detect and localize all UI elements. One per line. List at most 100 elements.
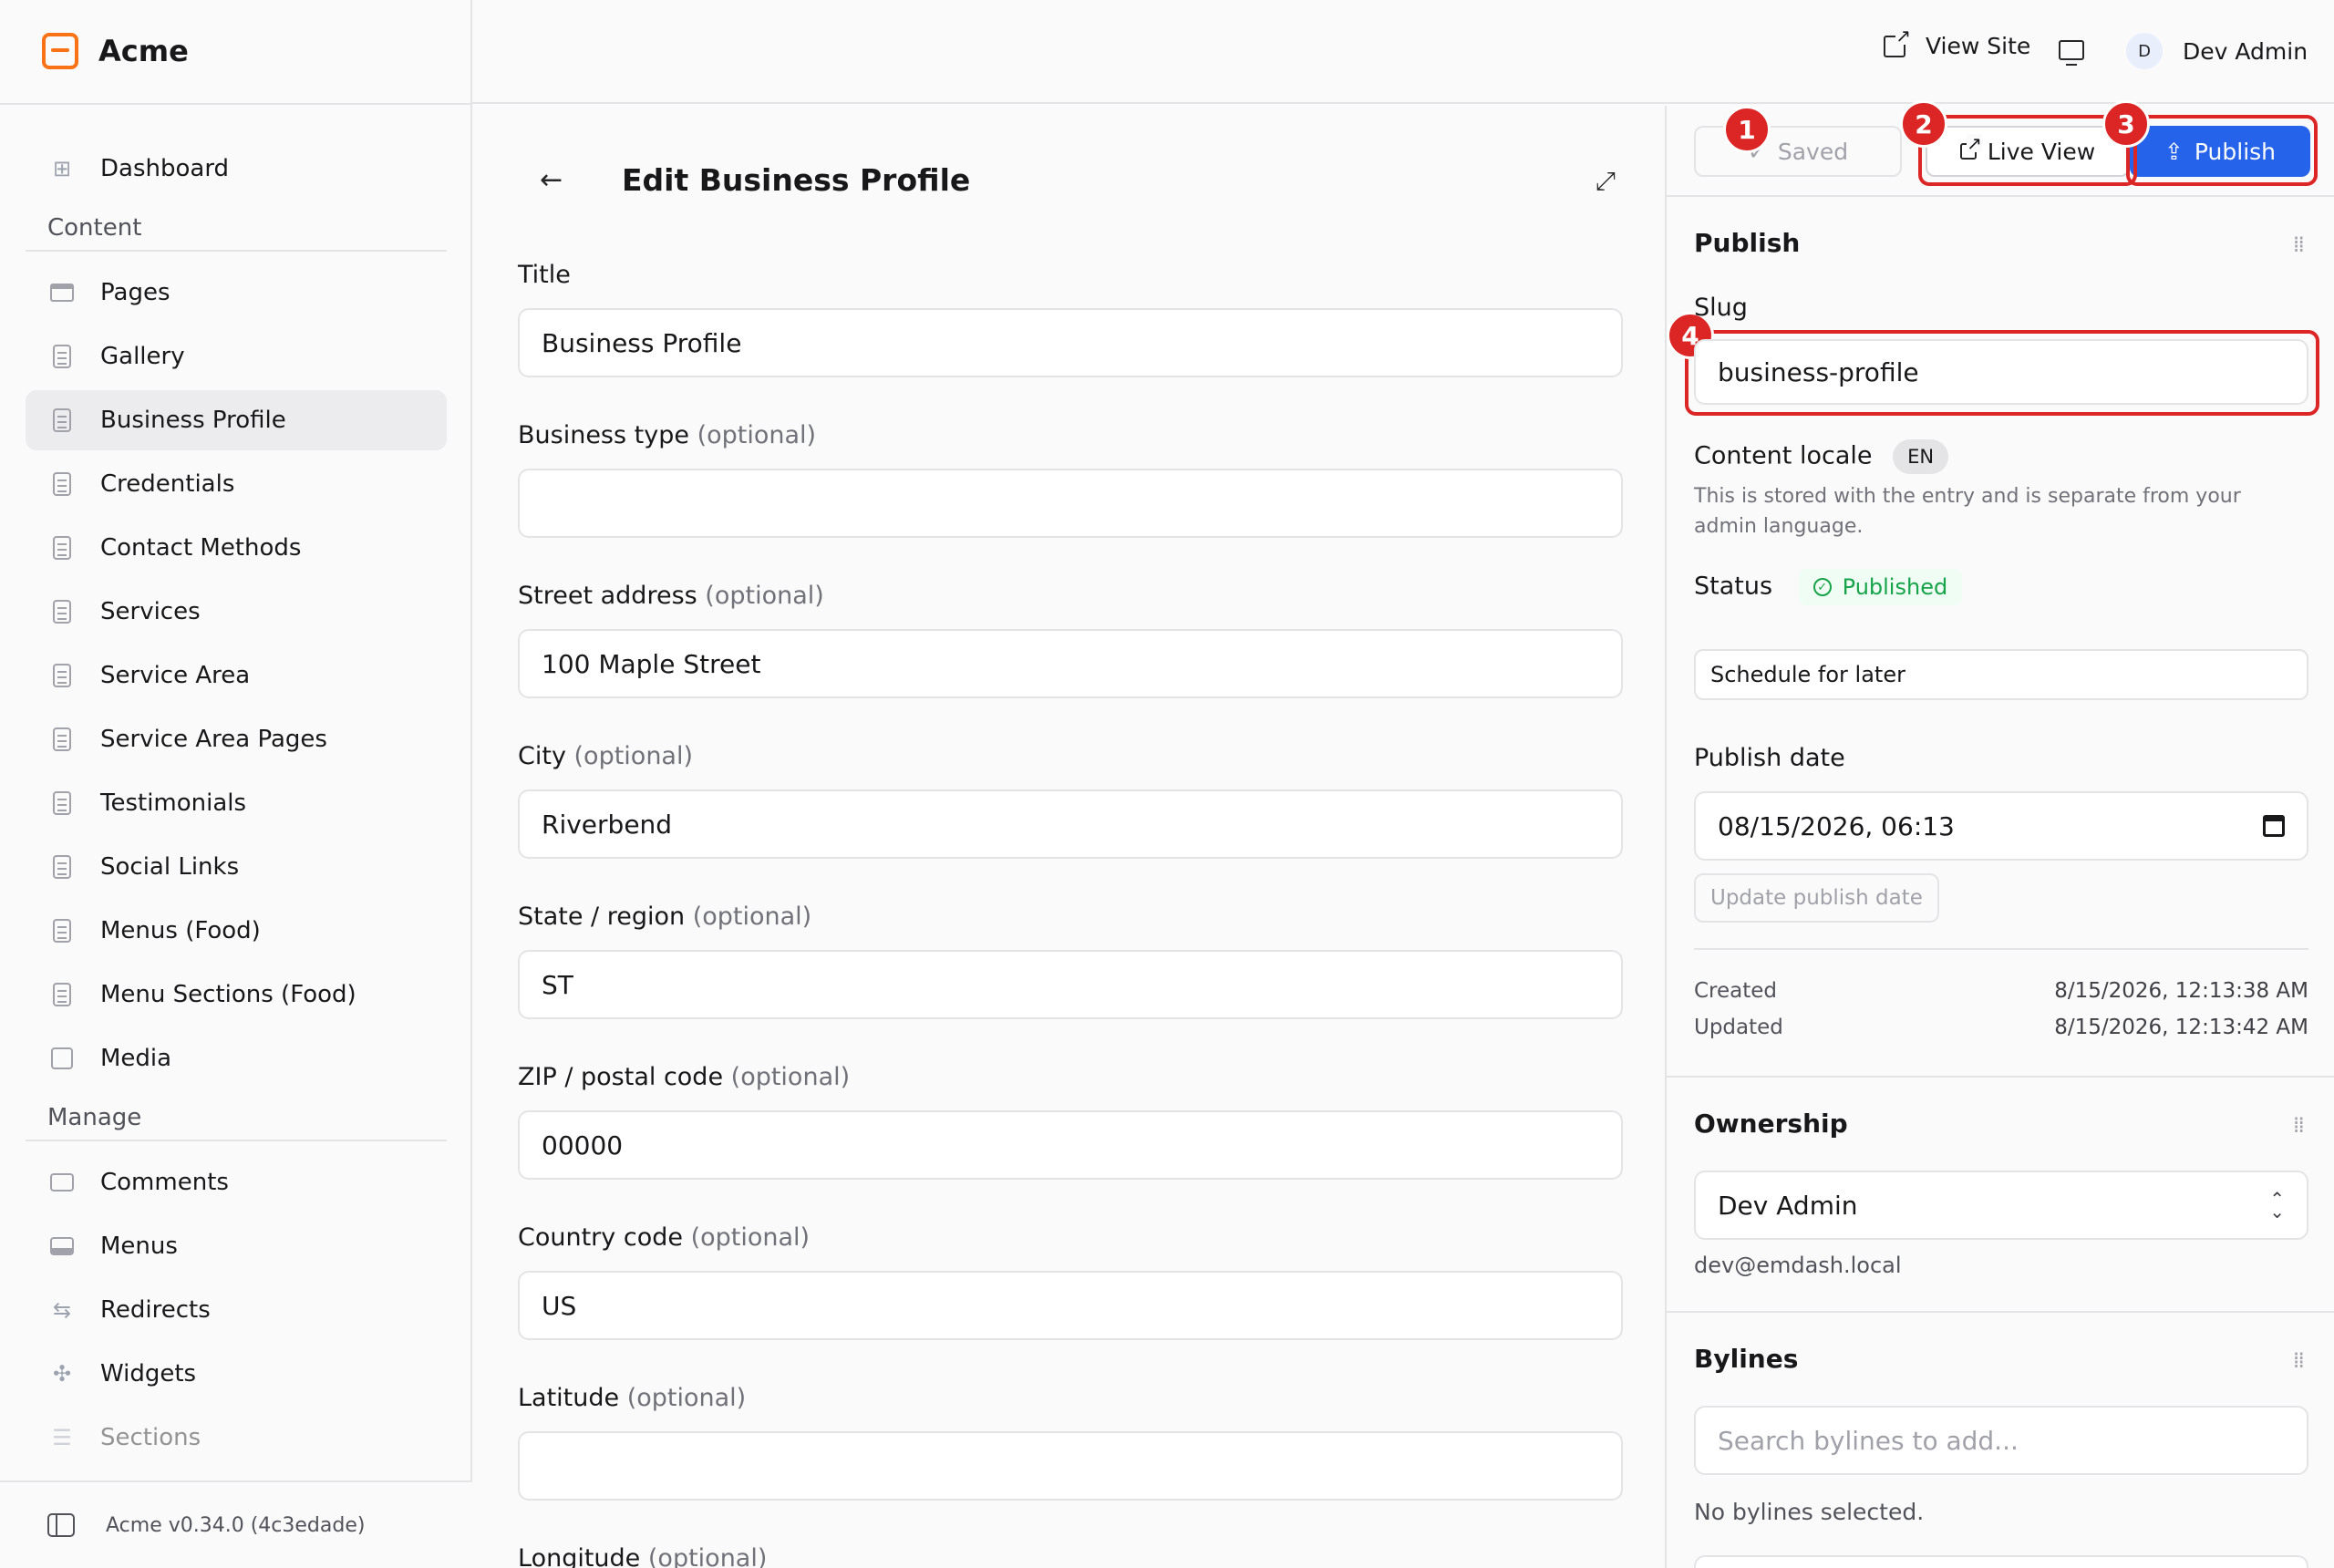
field-label: Longitude (optional)	[518, 1544, 768, 1568]
status-badge: ✓ Published	[1798, 569, 1963, 605]
live-view-button[interactable]: Live View	[1926, 126, 2130, 177]
sidebar-item-comments[interactable]: Comments	[26, 1152, 447, 1212]
comments-icon	[49, 1170, 75, 1195]
ownership-section-title: Ownership	[1694, 1109, 1848, 1139]
status-row: Status ✓ Published	[1694, 569, 1963, 605]
sidebar-item-label: Gallery	[100, 343, 185, 370]
sidebar-item-contact-methods[interactable]: Contact Methods	[26, 518, 447, 578]
sidebar-item-sections[interactable]: ☰ Sections	[26, 1408, 447, 1468]
sidebar-item-label: Sections	[100, 1424, 201, 1451]
sidebar-item-menu-sections-food[interactable]: Menu Sections (Food)	[26, 965, 447, 1025]
brand[interactable]: Acme	[42, 33, 189, 69]
state-region-input[interactable]: ST	[518, 950, 1623, 1019]
field-label: ZIP / postal code (optional)	[518, 1063, 851, 1091]
sidebar-item-credentials[interactable]: Credentials	[26, 454, 447, 514]
sidebar-item-label: Widgets	[100, 1360, 197, 1387]
redirect-icon: ⇆	[52, 1297, 72, 1323]
sidebar-item-social-links[interactable]: Social Links	[26, 837, 447, 897]
sidebar-item-service-area-pages[interactable]: Service Area Pages	[26, 709, 447, 769]
sidebar-item-service-area[interactable]: Service Area	[26, 645, 447, 706]
sidebar-item-gallery[interactable]: Gallery	[26, 326, 447, 387]
toggle-sidebar-icon[interactable]	[47, 1513, 75, 1537]
bylines-section-title: Bylines	[1694, 1344, 1799, 1374]
back-arrow-icon[interactable]: ←	[540, 164, 594, 196]
street-address-input[interactable]: 100 Maple Street	[518, 629, 1623, 698]
drag-handle-icon[interactable]: ⁞⁞	[2293, 1112, 2305, 1138]
acme-logo-icon	[42, 33, 78, 69]
content-locale-row: Content locale EN	[1694, 439, 1949, 474]
editor: ← Edit Business Profile ⤢ Title Business…	[474, 106, 1665, 1568]
section-divider	[1667, 1076, 2334, 1078]
saved-label: Saved	[1777, 138, 1849, 165]
publish-label: Publish	[2194, 138, 2277, 165]
document-icon	[49, 599, 75, 624]
owner-value: Dev Admin	[1718, 1190, 1858, 1221]
field-latitude: Latitude (optional)	[518, 1384, 1623, 1501]
sidebar-footer: Acme v0.34.0 (4c3edade)	[0, 1480, 472, 1568]
field-city: City (optional) Riverbend	[518, 742, 1623, 859]
preview-device-button[interactable]	[2059, 40, 2084, 66]
document-icon	[49, 663, 75, 688]
sidebar-item-label: Services	[100, 598, 201, 625]
page-title: Edit Business Profile	[622, 162, 971, 198]
publish-date-input[interactable]: 08/15/2026, 06:13	[1694, 791, 2308, 861]
drag-handle-icon[interactable]: ⁞⁞	[2293, 232, 2305, 257]
field-label: City (optional)	[518, 742, 694, 770]
country-code-input[interactable]: US	[518, 1271, 1623, 1340]
title-input[interactable]: Business Profile	[518, 308, 1623, 377]
sidebar-item-dashboard[interactable]: ⊞ Dashboard	[26, 139, 447, 199]
sidebar-item-menus[interactable]: Menus	[26, 1216, 447, 1276]
slug-input[interactable]: business-profile	[1694, 339, 2308, 405]
owner-select[interactable]: Dev Admin ⌃ ⌄	[1694, 1171, 2308, 1240]
city-input[interactable]: Riverbend	[518, 789, 1623, 859]
sidebar-item-menus-food[interactable]: Menus (Food)	[26, 901, 447, 961]
sidebar-item-label: Menus	[100, 1233, 178, 1260]
document-icon	[49, 407, 75, 433]
publish-date-value: 08/15/2026, 06:13	[1718, 810, 1955, 841]
schedule-for-later-button[interactable]: Schedule for later	[1694, 649, 2308, 700]
publish-button[interactable]: ⇪ Publish	[2130, 126, 2310, 177]
brand-name: Acme	[98, 34, 189, 68]
sidebar-item-label: Testimonials	[100, 789, 247, 817]
zip-input[interactable]: 00000	[518, 1110, 1623, 1180]
business-type-input[interactable]	[518, 469, 1623, 538]
section-divider	[1667, 1311, 2334, 1313]
content-locale-label: Content locale	[1694, 441, 1873, 470]
sidebar-item-redirects[interactable]: ⇆ Redirects	[26, 1280, 447, 1340]
publish-date-label: Publish date	[1694, 744, 1845, 772]
sidebar-item-media[interactable]: Media	[26, 1028, 447, 1088]
sidebar-item-label: Menu Sections (Food)	[100, 981, 356, 1008]
sidebar-item-pages[interactable]: Pages	[26, 263, 447, 323]
sidebar-item-widgets[interactable]: ✣ Widgets	[26, 1344, 447, 1404]
bylines-search-input[interactable]: Search bylines to add...	[1694, 1406, 2308, 1475]
latitude-input[interactable]	[518, 1431, 1623, 1501]
sidebar-item-business-profile[interactable]: Business Profile	[26, 390, 447, 450]
check-circle-icon: ✓	[1812, 578, 1832, 596]
user-name: Dev Admin	[2183, 37, 2308, 65]
updated-row: Updated 8/15/2026, 12:13:42 AM	[1694, 1016, 2308, 1039]
grid-icon: ⊞	[52, 156, 72, 181]
sidebar-item-services[interactable]: Services	[26, 582, 447, 642]
external-link-icon	[1884, 26, 1911, 57]
expand-icon[interactable]: ⤢	[1596, 166, 1616, 197]
update-publish-date-button[interactable]: Update publish date	[1694, 873, 1939, 923]
settings-panel: ✓ Saved Live View ⇪ Publish 1 2 3 4 Publ…	[1665, 100, 2334, 1568]
sidebar-item-testimonials[interactable]: Testimonials	[26, 773, 447, 833]
sidebar-item-label: Pages	[100, 279, 170, 306]
view-site-link[interactable]: View Site	[1884, 26, 2030, 59]
drag-handle-icon[interactable]: ⁞⁞	[2293, 1347, 2305, 1373]
app-version: Acme v0.34.0 (4c3edade)	[106, 1513, 366, 1537]
bylines-next-field[interactable]	[1694, 1555, 2308, 1568]
user-menu[interactable]: D Dev Admin	[2126, 33, 2308, 69]
editor-header: ← Edit Business Profile ⤢	[540, 162, 1616, 198]
status-value: Published	[1842, 574, 1948, 600]
calendar-icon[interactable]	[2263, 815, 2285, 837]
owner-email: dev@emdash.local	[1694, 1253, 1902, 1278]
document-icon	[49, 727, 75, 752]
menu-list-icon	[49, 1233, 75, 1259]
marker-3: 3	[2102, 100, 2150, 148]
sidebar-divider	[0, 103, 472, 105]
image-icon	[49, 1046, 75, 1071]
sidebar-section-content: Content	[26, 206, 447, 252]
sidebar-item-label: Dashboard	[100, 155, 230, 182]
